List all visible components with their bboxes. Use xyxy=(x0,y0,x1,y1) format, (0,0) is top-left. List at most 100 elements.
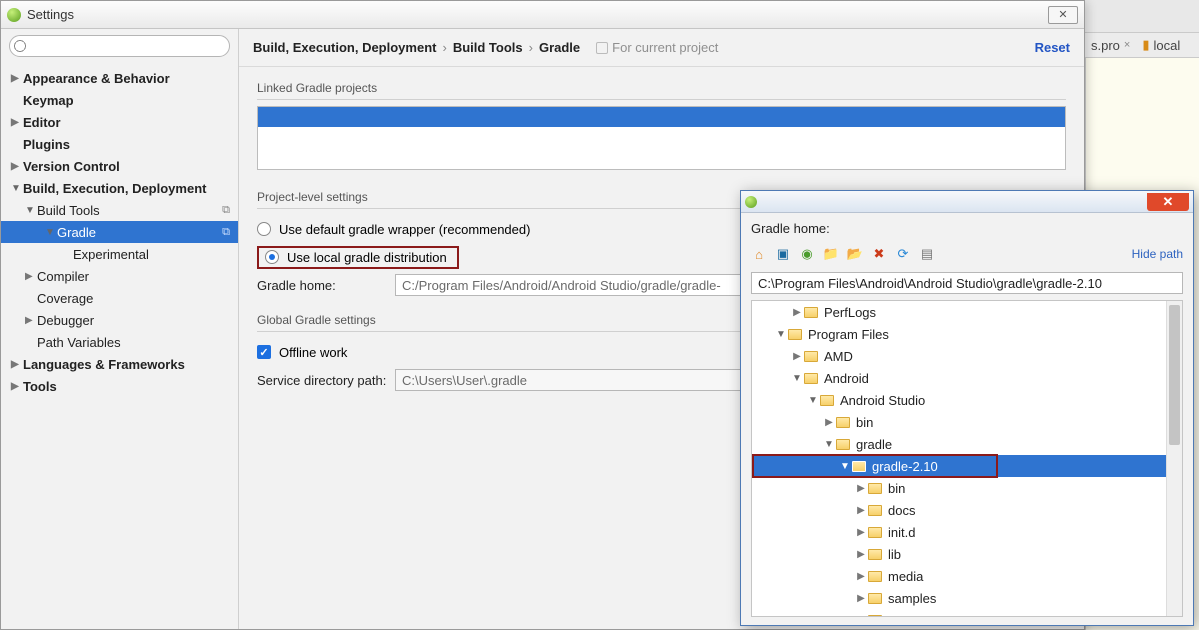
checkbox-icon[interactable]: ✓ xyxy=(257,345,271,359)
search-input[interactable] xyxy=(9,35,230,57)
field-label: Gradle home: xyxy=(257,278,387,293)
folder-android[interactable]: Android xyxy=(752,367,1182,389)
dialog-titlebar: ✕ xyxy=(741,191,1193,213)
editor-tab[interactable]: s.pro × xyxy=(1085,36,1136,55)
sidebar-item-label: Build, Execution, Deployment xyxy=(23,181,206,196)
close-button[interactable]: ✕ xyxy=(1048,6,1078,24)
sidebar-item-compiler[interactable]: Compiler xyxy=(1,265,238,287)
sidebar-item-build-tools[interactable]: Build Tools⧉ xyxy=(1,199,238,221)
radio-icon[interactable] xyxy=(265,250,279,264)
tab-label: local xyxy=(1154,38,1181,53)
chevron-icon xyxy=(790,351,804,362)
desktop-icon[interactable]: ▣ xyxy=(775,246,791,262)
folder-samples[interactable]: samples xyxy=(752,587,1182,609)
sidebar-item-debugger[interactable]: Debugger xyxy=(1,309,238,331)
folder-lib[interactable]: lib xyxy=(752,543,1182,565)
editor-tabs: s.pro × ▮local xyxy=(1085,32,1199,58)
folder-media[interactable]: media xyxy=(752,565,1182,587)
sidebar-item-gradle[interactable]: Gradle⧉ xyxy=(1,221,238,243)
sidebar-item-tools[interactable]: Tools xyxy=(1,375,238,397)
chevron-icon xyxy=(11,161,23,172)
folder-icon xyxy=(804,373,818,384)
folder-icon xyxy=(804,351,818,362)
app-icon xyxy=(745,196,757,208)
breadcrumb: Build, Execution, Deployment › Build Too… xyxy=(253,40,718,55)
sidebar-item-version-control[interactable]: Version Control xyxy=(1,155,238,177)
folder-gradle-2-10[interactable]: gradle-2.10 xyxy=(752,455,1182,477)
sidebar-item-plugins[interactable]: Plugins xyxy=(1,133,238,155)
delete-icon[interactable]: ✖ xyxy=(871,246,887,262)
section-label: Linked Gradle projects xyxy=(257,75,1066,99)
folder-init-d[interactable]: init.d xyxy=(752,521,1182,543)
home-icon[interactable]: ⌂ xyxy=(751,246,767,262)
folder-perflogs[interactable]: PerfLogs xyxy=(752,301,1182,323)
chevron-icon xyxy=(854,549,868,560)
sidebar-item-path-variables[interactable]: Path Variables xyxy=(1,331,238,353)
chevron-icon xyxy=(11,117,23,128)
sidebar-item-coverage[interactable]: Coverage xyxy=(1,287,238,309)
sidebar-item-label: Experimental xyxy=(73,247,149,262)
folder-label: gradle-2.10 xyxy=(872,459,938,474)
sidebar-item-label: Languages & Frameworks xyxy=(23,357,185,372)
chevron-icon xyxy=(822,439,836,450)
reset-link[interactable]: Reset xyxy=(1035,40,1070,55)
scrollbar-thumb[interactable] xyxy=(1169,305,1180,445)
editor-tab[interactable]: ▮local xyxy=(1136,35,1186,55)
folder-program-files[interactable]: Program Files xyxy=(752,323,1182,345)
field-label: Service directory path: xyxy=(257,373,387,388)
chevron-icon xyxy=(806,395,820,406)
sidebar-item-appearance-behavior[interactable]: Appearance & Behavior xyxy=(1,67,238,89)
show-hidden-icon[interactable]: ▤ xyxy=(919,246,935,262)
folder-amd[interactable]: AMD xyxy=(752,345,1182,367)
folder-icon xyxy=(852,461,866,472)
new-folder-icon[interactable]: 📁 xyxy=(823,246,839,262)
breadcrumb-item: Build, Execution, Deployment xyxy=(253,40,436,55)
folder-icon xyxy=(868,615,882,618)
path-input[interactable] xyxy=(751,272,1183,294)
list-item[interactable] xyxy=(258,107,1065,127)
folder-bin[interactable]: bin xyxy=(752,411,1182,433)
scrollbar[interactable] xyxy=(1166,301,1182,616)
file-tree[interactable]: PerfLogsProgram FilesAMDAndroidAndroid S… xyxy=(751,300,1183,617)
folder-android-studio[interactable]: Android Studio xyxy=(752,389,1182,411)
folder-gradle[interactable]: gradle xyxy=(752,433,1182,455)
folder-icon xyxy=(868,527,882,538)
chevron-icon xyxy=(854,505,868,516)
folder-label: bin xyxy=(856,415,873,430)
radio-label: Use default gradle wrapper (recommended) xyxy=(279,222,530,237)
chevron-icon xyxy=(11,359,23,370)
folder-label: docs xyxy=(888,503,915,518)
sidebar-item-languages-frameworks[interactable]: Languages & Frameworks xyxy=(1,353,238,375)
chevron-icon xyxy=(854,527,868,538)
settings-titlebar: Settings ✕ xyxy=(1,1,1084,29)
folder-label: samples xyxy=(888,591,936,606)
sidebar-item-label: Keymap xyxy=(23,93,74,108)
folder-bin[interactable]: bin xyxy=(752,477,1182,499)
sidebar-item-build-execution-deployment[interactable]: Build, Execution, Deployment xyxy=(1,177,238,199)
hide-path-link[interactable]: Hide path xyxy=(1132,247,1183,261)
sidebar-item-keymap[interactable]: Keymap xyxy=(1,89,238,111)
folder-up-icon[interactable]: 📂 xyxy=(847,246,863,262)
refresh-icon[interactable]: ⟳ xyxy=(895,246,911,262)
folder-docs[interactable]: docs xyxy=(752,499,1182,521)
folder-src[interactable]: src xyxy=(752,609,1182,617)
radio-icon[interactable] xyxy=(257,222,271,236)
dialog-close-button[interactable]: ✕ xyxy=(1147,193,1189,211)
project-icon[interactable]: ◉ xyxy=(799,246,815,262)
chevron-icon xyxy=(838,461,852,472)
file-chooser-dialog: ✕ Gradle home: ⌂ ▣ ◉ 📁 📂 ✖ ⟳ ▤ Hide path… xyxy=(740,190,1194,626)
sidebar-item-experimental[interactable]: Experimental xyxy=(1,243,238,265)
chevron-icon xyxy=(854,571,868,582)
folder-icon xyxy=(868,593,882,604)
folder-icon xyxy=(836,439,850,450)
chevron-icon xyxy=(790,373,804,384)
sidebar-item-label: Compiler xyxy=(37,269,89,284)
linked-projects-list[interactable] xyxy=(257,106,1066,170)
folder-icon xyxy=(868,549,882,560)
close-icon[interactable]: × xyxy=(1124,39,1130,51)
radio-label: Use local gradle distribution xyxy=(287,250,447,265)
chevron-icon xyxy=(774,329,788,340)
chevron-icon xyxy=(11,183,23,194)
sidebar-item-editor[interactable]: Editor xyxy=(1,111,238,133)
tab-label: s.pro xyxy=(1091,38,1120,53)
